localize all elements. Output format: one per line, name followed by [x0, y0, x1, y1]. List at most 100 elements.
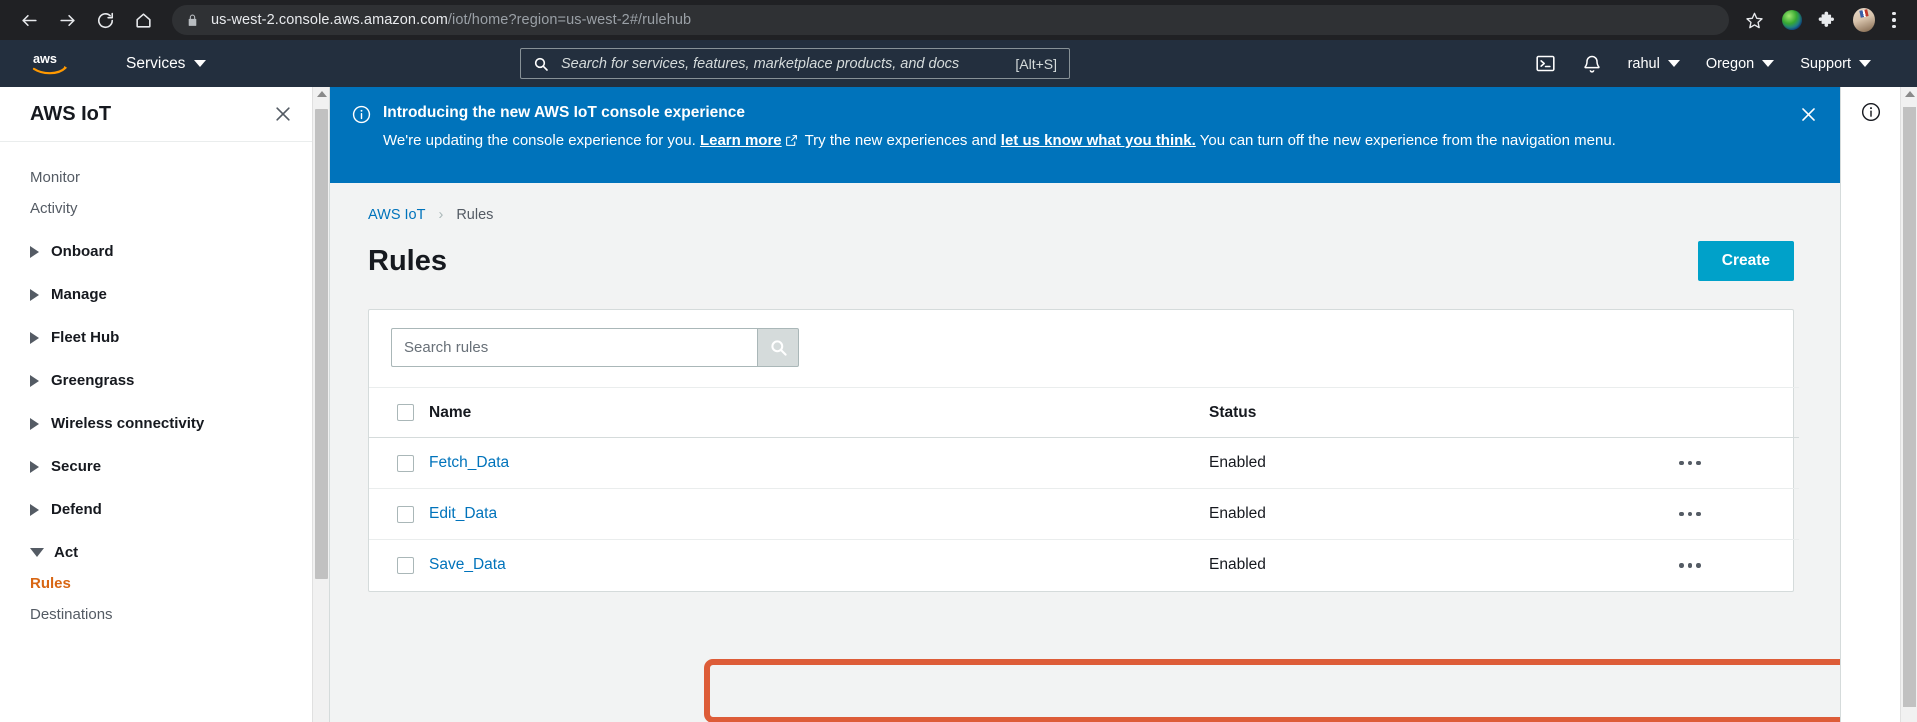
global-search-placeholder: Search for services, features, marketpla…	[561, 55, 960, 72]
home-icon[interactable]	[124, 1, 162, 39]
sidebar-item-destinations[interactable]: Destinations	[0, 599, 329, 630]
highlight-annotation	[704, 659, 1840, 722]
aws-logo[interactable]: aws	[32, 50, 76, 78]
avatar[interactable]	[1853, 8, 1875, 32]
table-row[interactable]: Save_Data Enabled	[369, 540, 1799, 591]
more-actions-icon[interactable]	[1679, 511, 1799, 517]
rule-name-link[interactable]: Fetch_Data	[429, 454, 509, 471]
sidebar-item-defend[interactable]: Defend	[0, 494, 329, 525]
row-status-cell: Enabled	[1209, 488, 1679, 540]
sidebar-title: AWS IoT	[30, 102, 112, 125]
sidebar-item-label: Secure	[51, 458, 102, 475]
row-name-cell: Fetch_Data	[429, 437, 1209, 489]
page-scrollbar[interactable]	[1900, 87, 1917, 722]
column-header-status: Status	[1209, 387, 1679, 438]
chevron-down-icon	[1667, 60, 1680, 67]
sidebar-item-manage[interactable]: Manage	[0, 279, 329, 310]
select-all-checkbox[interactable]	[397, 404, 414, 421]
rules-panel: Search rules Name Status Fetch_Data Enab…	[368, 309, 1799, 592]
back-arrow-icon[interactable]	[10, 1, 48, 39]
sidebar-item-label: Activity	[30, 200, 78, 217]
bookmark-star-icon[interactable]	[1737, 3, 1771, 37]
aws-top-navigation: aws Services Search for services, featur…	[0, 40, 1917, 87]
sidebar-item-label: Monitor	[30, 169, 81, 186]
breadcrumb-separator: ›	[438, 207, 444, 223]
row-checkbox[interactable]	[397, 505, 414, 523]
flash-text-3: You can turn off the new experience from…	[1199, 132, 1616, 149]
search-rules-input[interactable]: Search rules	[391, 328, 757, 367]
sidebar-item-wireless-connectivity[interactable]: Wireless connectivity	[0, 408, 329, 439]
region-menu[interactable]: Oregon	[1705, 55, 1775, 72]
rule-name-link[interactable]: Edit_Data	[429, 505, 497, 522]
more-actions-icon[interactable]	[1679, 563, 1799, 568]
scroll-up-arrow-icon[interactable]	[1904, 91, 1915, 97]
sidebar-item-onboard[interactable]: Onboard	[0, 236, 329, 267]
sidebar-item-label: Onboard	[51, 243, 114, 260]
triangle-down-icon	[30, 548, 44, 557]
triangle-right-icon	[30, 331, 39, 344]
row-select-cell	[369, 540, 429, 591]
search-submit-button[interactable]	[757, 328, 799, 367]
row-select-cell	[369, 488, 429, 540]
external-link-icon	[785, 131, 798, 154]
svg-text:aws: aws	[33, 51, 57, 66]
account-label: rahul	[1627, 55, 1660, 72]
page-title: Rules	[368, 244, 447, 277]
sidebar-item-rules[interactable]: Rules	[0, 568, 329, 599]
cloudshell-icon[interactable]	[1535, 53, 1556, 74]
region-label: Oregon	[1705, 55, 1755, 72]
table-row[interactable]: Fetch_Data Enabled	[369, 437, 1799, 489]
sidebar-header: AWS IoT	[0, 87, 329, 142]
table-row[interactable]: Edit_Data Enabled	[369, 488, 1799, 540]
rule-name-link[interactable]: Save_Data	[429, 556, 506, 573]
flash-message: We're updating the console experience fo…	[383, 129, 1758, 154]
services-menu[interactable]: Services	[126, 55, 207, 73]
flash-notification-banner: Introducing the new AWS IoT console expe…	[330, 87, 1840, 183]
forward-arrow-icon[interactable]	[48, 1, 86, 39]
bell-icon[interactable]	[1582, 54, 1602, 74]
sidebar-item-secure[interactable]: Secure	[0, 451, 329, 482]
sidebar-item-monitor[interactable]: Monitor	[0, 162, 329, 193]
idm-extension-icon[interactable]	[1781, 9, 1803, 31]
scroll-up-arrow-icon[interactable]	[316, 91, 327, 97]
sidebar-item-act[interactable]: Act	[0, 537, 329, 568]
sidebar-item-fleet-hub[interactable]: Fleet Hub	[0, 322, 329, 353]
support-menu[interactable]: Support	[1800, 56, 1871, 72]
info-panel-rail	[1840, 87, 1900, 722]
info-circle-icon	[352, 105, 371, 129]
scrollbar-thumb[interactable]	[315, 109, 328, 579]
row-select-cell	[369, 437, 429, 489]
feedback-link[interactable]: let us know what you think.	[1001, 132, 1196, 149]
sidebar-scrollbar[interactable]	[312, 87, 329, 722]
triangle-right-icon	[30, 374, 39, 387]
scrollbar-thumb[interactable]	[1903, 107, 1916, 707]
triangle-right-icon	[30, 503, 39, 516]
sidebar: AWS IoT Monitor Activity Onboard Manage …	[0, 87, 330, 722]
triangle-right-icon	[30, 417, 39, 430]
learn-more-link[interactable]: Learn more	[700, 132, 782, 149]
browser-menu-icon[interactable]	[1881, 3, 1907, 37]
row-checkbox[interactable]	[397, 454, 414, 472]
main-content: Introducing the new AWS IoT console expe…	[330, 87, 1840, 722]
global-search-input[interactable]: Search for services, features, marketpla…	[520, 48, 1070, 79]
column-header-actions	[1679, 387, 1799, 438]
sidebar-item-activity[interactable]: Activity	[0, 193, 329, 224]
row-actions-cell	[1679, 437, 1799, 489]
address-bar[interactable]: us-west-2.console.aws.amazon.com/iot/hom…	[172, 5, 1729, 35]
row-checkbox[interactable]	[397, 556, 414, 574]
triangle-right-icon	[30, 288, 39, 301]
close-icon[interactable]	[1799, 105, 1818, 124]
info-circle-icon[interactable]	[1861, 102, 1881, 722]
triangle-right-icon	[30, 460, 39, 473]
flash-text-2: Try the new experiences and	[804, 132, 997, 149]
close-icon[interactable]	[273, 104, 293, 124]
flash-title: Introducing the new AWS IoT console expe…	[383, 104, 746, 121]
create-button[interactable]: Create	[1697, 241, 1794, 281]
reload-icon[interactable]	[86, 1, 124, 39]
account-menu[interactable]: rahul	[1628, 56, 1680, 72]
sidebar-item-greengrass[interactable]: Greengrass	[0, 365, 329, 396]
extensions-puzzle-icon[interactable]	[1817, 9, 1839, 31]
more-actions-icon[interactable]	[1679, 460, 1799, 466]
breadcrumb-root[interactable]: AWS IoT	[368, 207, 425, 223]
rules-table-body: Fetch_Data Enabled Edit_Data Enabled Sav…	[369, 437, 1799, 591]
